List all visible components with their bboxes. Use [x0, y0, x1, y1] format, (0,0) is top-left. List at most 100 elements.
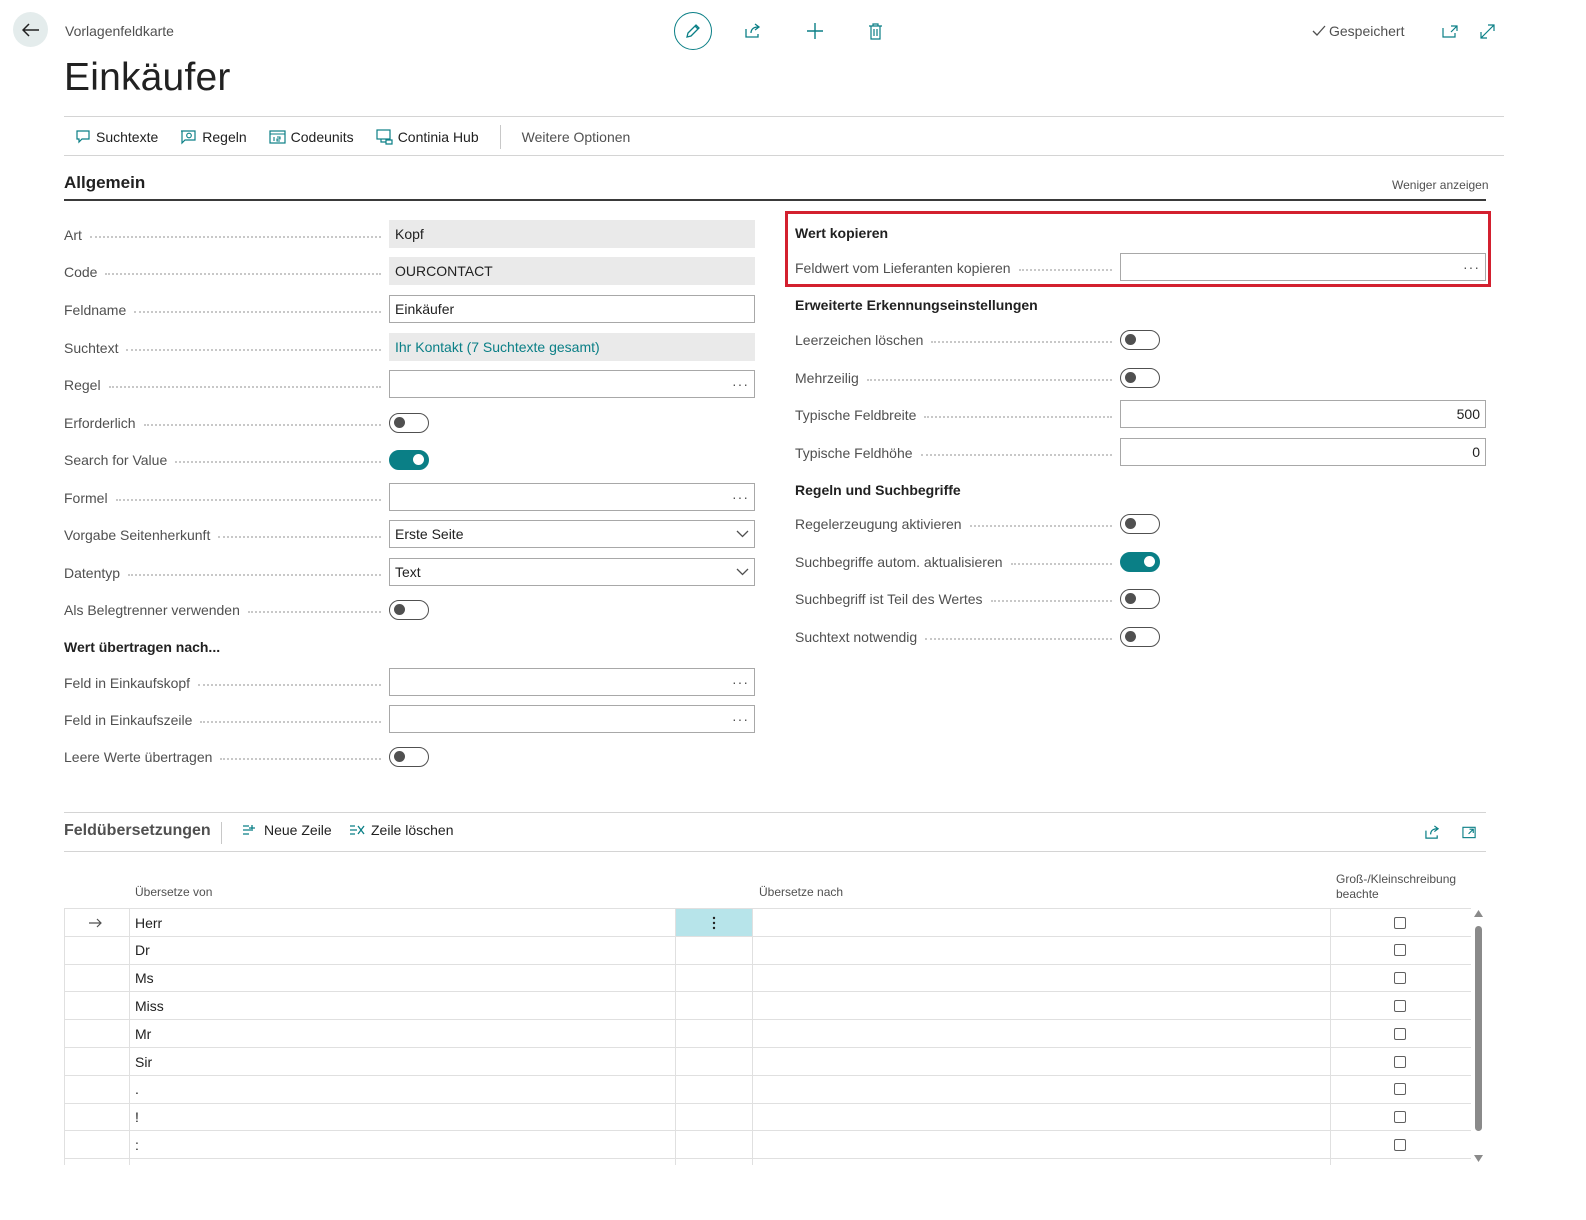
belegtrenner-toggle[interactable]	[389, 600, 429, 620]
table-row[interactable]: Mr	[64, 1019, 1471, 1047]
case-sensitive-checkbox[interactable]	[1394, 1027, 1406, 1040]
datentyp-select[interactable]: Text	[389, 558, 755, 586]
translate-to-cell[interactable]	[759, 1104, 1319, 1131]
suchtext-link[interactable]: Ihr Kontakt (7 Suchtexte gesamt)	[389, 333, 755, 361]
row-actions-menu[interactable]	[675, 909, 752, 936]
case-sensitive-checkbox[interactable]	[1394, 1111, 1406, 1124]
subpage-title: Feldübersetzungen	[64, 822, 211, 839]
erforderlich-toggle[interactable]	[389, 413, 429, 433]
feldwert-kopieren-input[interactable]: ···	[1120, 253, 1486, 281]
scrollbar-thumb[interactable]	[1475, 926, 1482, 1131]
suchbegriff-teil-toggle[interactable]	[1120, 589, 1160, 609]
subpage-open-button[interactable]	[1459, 822, 1479, 842]
translate-to-cell[interactable]	[759, 1048, 1319, 1075]
einkaufskopf-input[interactable]: ···	[389, 668, 755, 696]
delete-line-button[interactable]: Zeile löschen	[349, 822, 454, 838]
more-options-button[interactable]: Weitere Optionen	[511, 118, 642, 156]
action-codeunits[interactable]: Codeunits	[258, 118, 365, 156]
table-row[interactable]: .	[64, 1074, 1471, 1103]
translate-from-cell[interactable]: Herr	[135, 909, 605, 936]
code-field[interactable]: OURCONTACT	[389, 257, 755, 285]
translate-from-cell[interactable]: Miss	[135, 992, 605, 1019]
scroll-up-icon[interactable]	[1474, 910, 1483, 917]
case-sensitive-checkbox[interactable]	[1394, 1138, 1406, 1151]
art-field[interactable]: Kopf	[389, 220, 755, 248]
action-regeln[interactable]: Regeln	[169, 118, 257, 156]
chevron-down-icon	[736, 568, 749, 576]
translate-to-cell[interactable]	[759, 965, 1319, 992]
mehrzeilig-toggle[interactable]	[1120, 368, 1160, 388]
suchtext-notwendig-toggle[interactable]	[1120, 627, 1160, 647]
regelerzeugung-toggle[interactable]	[1120, 514, 1160, 534]
feldbreite-input[interactable]: 500	[1120, 400, 1486, 428]
check-icon	[1312, 25, 1326, 36]
table-row[interactable]: Dr	[64, 935, 1471, 964]
action-continia-hub[interactable]: Continia Hub	[365, 118, 490, 156]
translate-from-cell[interactable]: !	[135, 1104, 605, 1131]
field-row-search-for-value: Search for Value	[64, 445, 389, 475]
search-for-value-toggle[interactable]	[389, 450, 429, 470]
new-line-button[interactable]: Neue Zeile	[242, 822, 332, 838]
case-sensitive-checkbox[interactable]	[1394, 1083, 1406, 1096]
translate-to-cell[interactable]	[759, 937, 1319, 964]
share-button[interactable]	[742, 20, 764, 42]
back-button[interactable]	[13, 12, 48, 47]
feldname-input[interactable]: Einkäufer	[389, 295, 755, 323]
delete-button[interactable]	[864, 20, 886, 42]
translate-to-cell[interactable]	[759, 992, 1319, 1019]
edit-button[interactable]	[674, 12, 712, 50]
leere-werte-toggle[interactable]	[389, 747, 429, 767]
show-less-link[interactable]: Weniger anzeigen	[1392, 178, 1489, 192]
lookup-ellipsis-icon[interactable]: ···	[1463, 259, 1480, 275]
case-sensitive-checkbox[interactable]	[1394, 972, 1406, 985]
translate-from-cell[interactable]: :	[135, 1131, 605, 1158]
column-header-to[interactable]: Übersetze nach	[759, 885, 843, 899]
case-sensitive-checkbox[interactable]	[1394, 944, 1406, 957]
field-label: Feld in Einkaufskopf	[64, 675, 389, 691]
translate-to-cell[interactable]	[759, 1131, 1319, 1158]
translate-from-cell[interactable]: Sir	[135, 1048, 605, 1075]
lookup-ellipsis-icon[interactable]: ···	[732, 376, 749, 392]
feldhoehe-input[interactable]: 0	[1120, 438, 1486, 466]
delete-line-icon	[350, 825, 365, 835]
case-sensitive-checkbox[interactable]	[1394, 916, 1406, 929]
table-row[interactable]: Miss	[64, 991, 1471, 1019]
translate-from-cell[interactable]: .	[135, 1076, 605, 1103]
translate-to-cell[interactable]	[759, 1020, 1319, 1047]
translate-to-cell[interactable]	[759, 1076, 1319, 1103]
scrollbar[interactable]	[1473, 910, 1485, 1165]
action-suchtexte[interactable]: Suchtexte	[64, 118, 169, 156]
table-row[interactable]: :	[64, 1130, 1471, 1158]
translate-from-cell[interactable]: Dr	[135, 937, 605, 964]
leerzeichen-toggle[interactable]	[1120, 330, 1160, 350]
field-label: Regel	[64, 377, 389, 393]
column-header-case[interactable]: Groß-/Kleinschreibung beachte	[1336, 872, 1456, 902]
translate-to-cell[interactable]	[759, 909, 1319, 936]
translate-from-cell[interactable]: Mr	[135, 1020, 605, 1047]
table-row[interactable]: Ms	[64, 963, 1471, 992]
formel-input[interactable]: ···	[389, 483, 755, 511]
translate-from-cell[interactable]: Ms	[135, 965, 605, 992]
regel-input[interactable]: ···	[389, 370, 755, 398]
divider	[64, 155, 1504, 156]
table-row[interactable]: Herr	[64, 908, 1471, 936]
field-label: Typische Feldhöhe	[795, 445, 1120, 461]
new-button[interactable]	[804, 20, 826, 42]
seitenherkunft-select[interactable]: Erste Seite	[389, 520, 755, 548]
case-sensitive-checkbox[interactable]	[1394, 1055, 1406, 1068]
lookup-ellipsis-icon[interactable]: ···	[732, 674, 749, 690]
scroll-down-icon[interactable]	[1474, 1155, 1483, 1162]
suchbegriffe-auto-toggle[interactable]	[1120, 552, 1160, 572]
table-row[interactable]: !	[64, 1102, 1471, 1131]
column-header-from[interactable]: Übersetze von	[135, 885, 212, 899]
lookup-ellipsis-icon[interactable]: ···	[732, 711, 749, 727]
table-row[interactable]: Sir	[64, 1047, 1471, 1075]
field-label: Leerzeichen löschen	[795, 332, 1120, 348]
open-new-window-button[interactable]	[1440, 21, 1460, 41]
seitenherkunft-value: Erste Seite	[395, 526, 464, 542]
expand-button[interactable]	[1477, 21, 1497, 41]
subpage-share-button[interactable]	[1422, 822, 1442, 842]
einkaufszeile-input[interactable]: ···	[389, 705, 755, 733]
case-sensitive-checkbox[interactable]	[1394, 999, 1406, 1012]
lookup-ellipsis-icon[interactable]: ···	[732, 489, 749, 505]
